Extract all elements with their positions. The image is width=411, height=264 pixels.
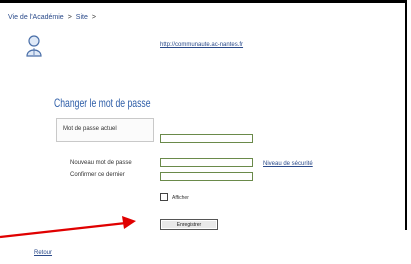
breadcrumb-trailing-separator: > [91,14,96,21]
confirm-password-label: Confirmer ce dernier [70,172,125,178]
breadcrumb-item-site[interactable]: Site [76,14,88,21]
profile-link[interactable]: http://communaute.ac-nantes.fr [160,42,243,48]
back-link[interactable]: Retour [34,250,52,256]
new-password-field[interactable] [160,158,253,167]
form-title: Changer le mot de passe [54,96,151,110]
save-button[interactable]: Enregistrer [160,219,218,230]
user-avatar-icon [26,35,42,57]
confirm-password-field[interactable] [160,172,253,181]
current-password-field[interactable] [160,134,253,143]
breadcrumb-separator: > [67,14,72,21]
new-password-label: Nouveau mot de passe [70,160,132,166]
show-password-label: Afficher [172,195,189,201]
frame-top-border [0,0,405,3]
security-level-link[interactable]: Niveau de sécurité [263,161,313,167]
breadcrumb: Vie de l'Académie > Site > [8,14,100,21]
show-password-checkbox[interactable] [160,193,168,201]
breadcrumb-item-academie[interactable]: Vie de l'Académie [8,14,64,21]
current-password-label: Mot de passe actuel [63,126,117,132]
frame-right-border [405,0,407,230]
current-password-label-box: Mot de passe actuel [56,118,154,142]
